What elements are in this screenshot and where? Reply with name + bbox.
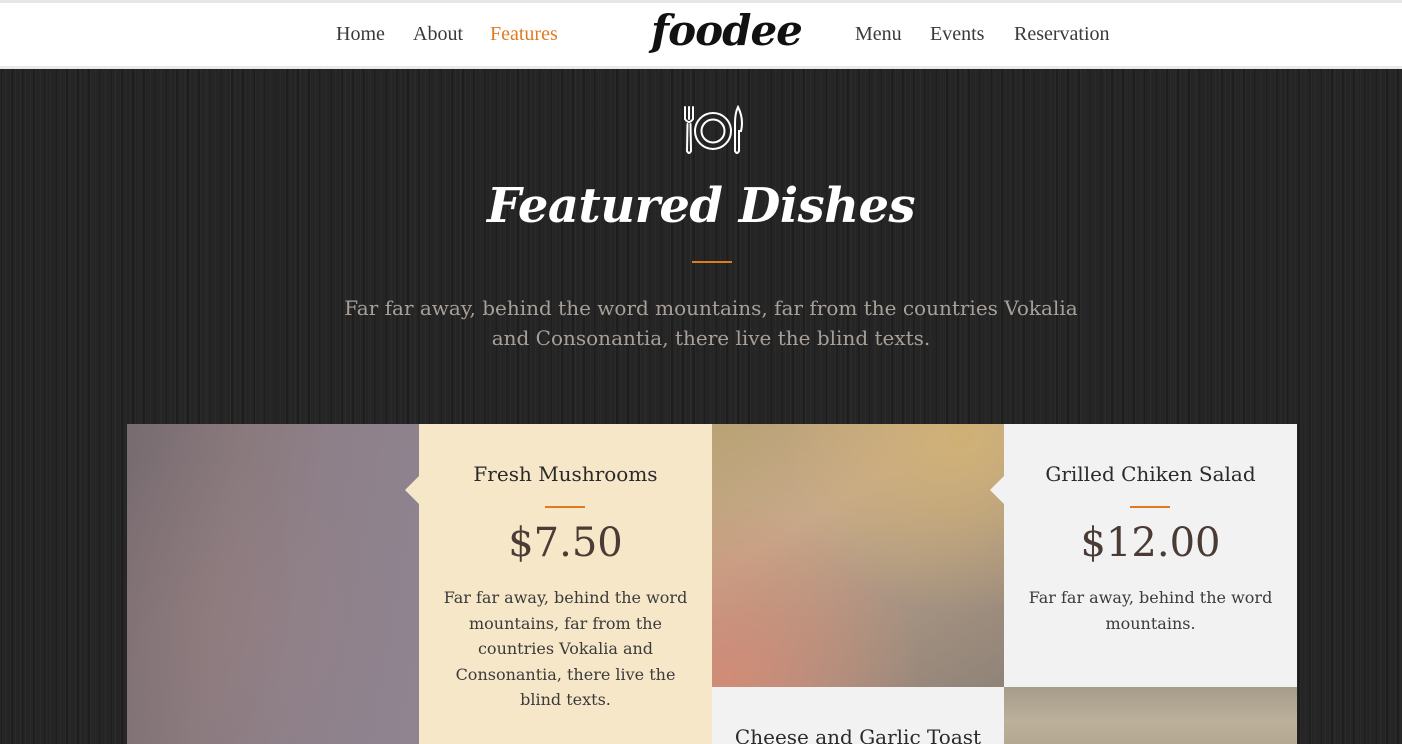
section-subtitle: Far far away, behind the word mountains,… [344,296,1078,350]
dish-card-grilled-chicken-salad[interactable]: Grilled Chiken Salad $12.00 Far far away… [990,424,1297,687]
dish-photo-fresh-mushrooms [127,424,419,744]
dish-price: $7.50 [508,520,623,566]
dish-divider [545,506,585,508]
section-title: Featured Dishes [486,178,916,234]
dish-description: Far far away, behind the word mountains,… [443,588,688,709]
dish-name: Cheese and Garlic Toast [734,725,982,744]
nav-link-home[interactable]: Home [336,23,385,46]
nav-link-menu[interactable]: Menu [855,23,902,46]
dish-photo-grilled-chicken-salad [712,424,1004,687]
dish-name: Grilled Chiken Salad [1045,462,1256,486]
dish-divider [1130,506,1170,508]
plate-fork-knife-icon [684,105,743,154]
dish-photo-partial [1004,687,1297,744]
nav-link-features[interactable]: Features [490,23,558,46]
nav-link-reservation[interactable]: Reservation [1014,23,1110,46]
dish-name: Fresh Mushrooms [473,462,658,486]
top-navigation-bar: Home About Features foodee Menu Events R… [0,0,1402,69]
site-logo[interactable]: foodee [651,6,803,55]
nav-link-about[interactable]: About [413,23,463,46]
card-pointer-arrow [990,476,1004,504]
dish-card-fresh-mushrooms[interactable]: Fresh Mushrooms $7.50 Far far away, behi… [405,424,712,744]
dish-description: Far far away, behind the word mountains. [1028,588,1273,633]
dish-price: $12.00 [1080,520,1221,566]
dish-card-cheese-and-garlic-toast[interactable]: Cheese and Garlic Toast [712,687,1004,744]
title-divider [692,261,732,263]
nav-link-events[interactable]: Events [930,23,984,46]
card-pointer-arrow [405,476,419,504]
